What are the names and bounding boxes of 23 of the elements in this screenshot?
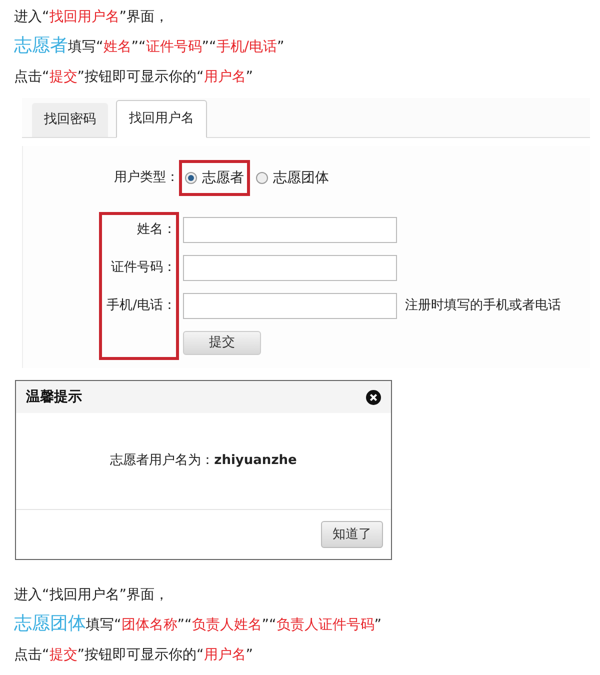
field-label: 用户类型：: [113, 169, 179, 188]
tab[interactable]: 找回密码: [32, 103, 108, 137]
instruction-line: 志愿团体填写“团体名称”“负责人姓名”“负责人证件号码”: [14, 613, 382, 636]
dialog-message: 志愿者用户名为：zhiyuanzhe: [110, 452, 297, 470]
field-label: 姓名：: [137, 221, 176, 240]
input-field[interactable]: [183, 293, 397, 319]
confirm-button[interactable]: 知道了: [321, 521, 383, 548]
instruction-line: 点击“提交”按钮即可显示你的“用户名”: [14, 68, 254, 87]
field-label: 证件号码：: [111, 259, 176, 278]
field-label: 手机/电话：: [106, 297, 176, 316]
tab[interactable]: 找回用户名: [116, 100, 207, 138]
submit-button[interactable]: 提交: [183, 331, 261, 355]
input-field[interactable]: [183, 217, 397, 243]
field-hint: 注册时填写的手机或者电话: [405, 297, 561, 316]
radio-option[interactable]: 志愿者: [179, 160, 250, 196]
input-field[interactable]: [183, 255, 397, 281]
dialog-title: 温馨提示: [26, 388, 82, 406]
instruction-line: 志愿者填写“姓名”“证件号码”“手机/电话”: [14, 35, 284, 58]
instruction-line: 进入“找回用户名”界面，: [14, 8, 169, 27]
instruction-line: 进入“找回用户名”界面，: [14, 586, 169, 605]
radio-option[interactable]: 志愿团体: [250, 160, 335, 196]
close-icon[interactable]: [366, 390, 381, 404]
instruction-line: 点击“提交”按钮即可显示你的“用户名”: [14, 646, 254, 665]
